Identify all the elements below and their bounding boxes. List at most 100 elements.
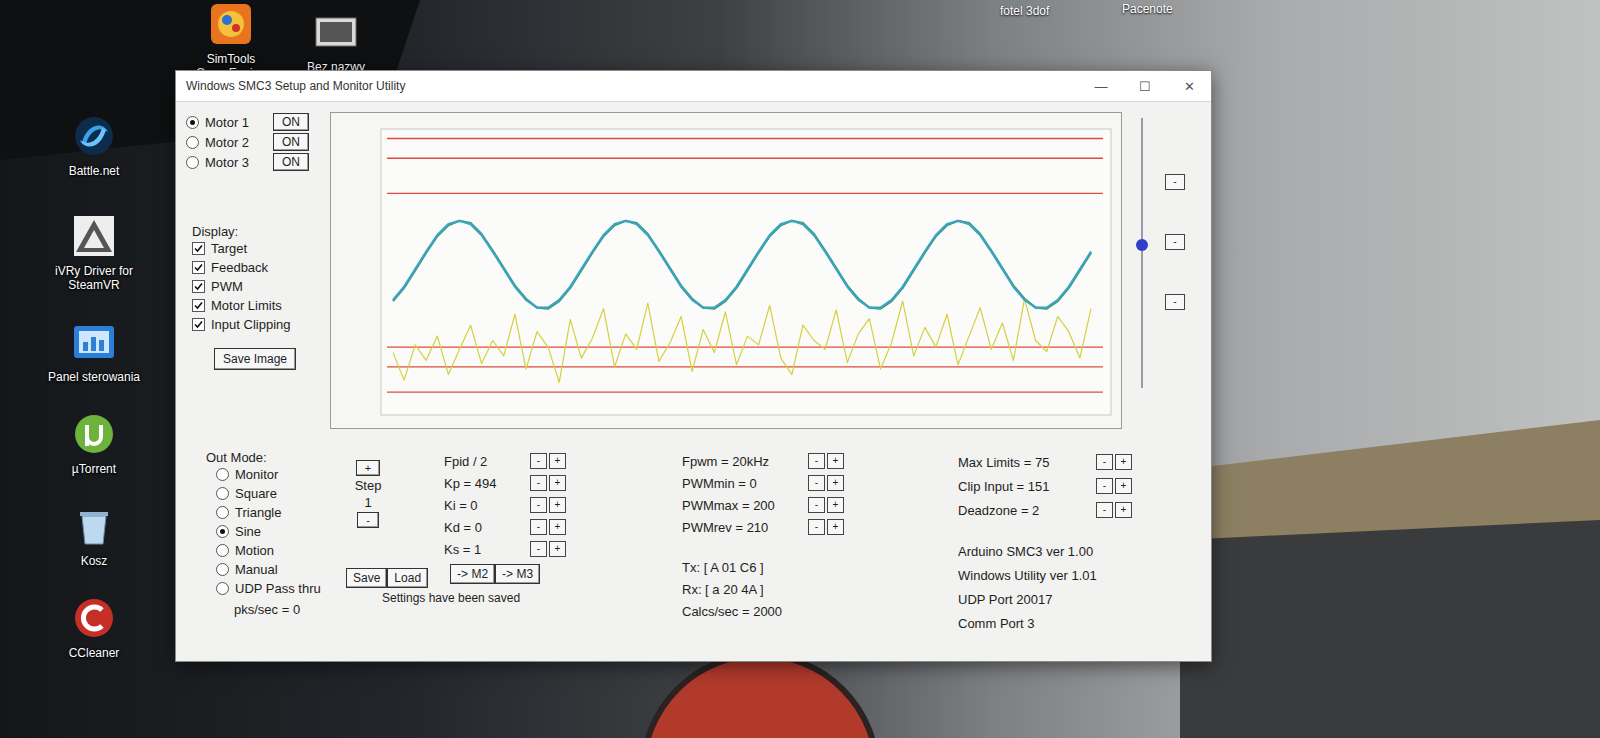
increase-button[interactable]: + (549, 541, 566, 557)
desktop-icon[interactable]: iVRy Driver for SteamVR (38, 212, 150, 293)
slider-knob[interactable] (1136, 239, 1148, 251)
checkbox[interactable] (192, 242, 205, 255)
side-button[interactable]: - (1165, 174, 1185, 190)
desktop-icon[interactable]: CCleaner (38, 594, 150, 660)
out-mode-option: Triangle (216, 503, 346, 522)
comm-readout: Rx: [ a 20 4A ] (682, 582, 912, 604)
decrease-button[interactable]: - (808, 497, 825, 513)
increase-button[interactable]: + (1115, 478, 1132, 494)
radio-button[interactable] (216, 487, 229, 500)
radio-button[interactable] (216, 544, 229, 557)
step-down-button[interactable]: - (357, 512, 379, 528)
motor-on-button[interactable]: ON (273, 153, 309, 171)
radio-button[interactable] (216, 582, 229, 595)
step-up-button[interactable]: + (356, 460, 380, 476)
file-button[interactable]: Save (346, 568, 387, 588)
limit-row: Clip Input = 151-+ (958, 474, 1188, 498)
desktop-icon[interactable]: Bez nazwy (280, 8, 392, 74)
save-image-button[interactable]: Save Image (214, 348, 296, 370)
option-label[interactable]: Sine (235, 524, 261, 539)
controlpanel-icon[interactable] (70, 318, 118, 366)
desktop-icon[interactable]: SimTools GameEngine (175, 0, 287, 81)
increase-button[interactable]: + (827, 453, 844, 469)
option-label[interactable]: Manual (235, 562, 278, 577)
radio-button[interactable] (216, 468, 229, 481)
decrease-button[interactable]: - (808, 453, 825, 469)
stepper: -+ (808, 453, 844, 469)
increase-button[interactable]: + (549, 475, 566, 491)
maximize-button[interactable]: ☐ (1123, 71, 1167, 101)
desktop-icon[interactable]: µTorrent (38, 410, 150, 476)
copy-button[interactable]: -> M2 (450, 564, 495, 584)
motor-label[interactable]: Motor 3 (205, 155, 267, 170)
decrease-button[interactable]: - (808, 475, 825, 491)
desktop-icon[interactable]: Panel sterowania (38, 318, 150, 384)
option-label[interactable]: PWM (211, 279, 243, 294)
radio-button[interactable] (216, 525, 229, 538)
step-label: Step (355, 478, 382, 493)
increase-button[interactable]: + (1115, 454, 1132, 470)
decrease-button[interactable]: - (808, 519, 825, 535)
file-button[interactable]: Load (387, 568, 428, 588)
option-label[interactable]: Feedback (211, 260, 268, 275)
decrease-button[interactable]: - (1096, 478, 1113, 494)
close-button[interactable]: ✕ (1167, 71, 1211, 101)
desktop-icon[interactable]: Kosz (38, 502, 150, 568)
checkbox[interactable] (192, 299, 205, 312)
checkbox[interactable] (192, 318, 205, 331)
desktop-icon[interactable]: Battle.net (38, 112, 150, 178)
image-icon[interactable] (312, 8, 360, 56)
side-button[interactable]: - (1165, 294, 1185, 310)
increase-button[interactable]: + (549, 453, 566, 469)
decrease-button[interactable]: - (530, 541, 547, 557)
ccleaner-icon[interactable] (70, 594, 118, 642)
minimize-button[interactable]: — (1079, 71, 1123, 101)
option-label[interactable]: Square (235, 486, 277, 501)
increase-button[interactable]: + (1115, 502, 1132, 518)
radio-button[interactable] (186, 156, 199, 169)
option-label[interactable]: Input Clipping (211, 317, 291, 332)
checkbox[interactable] (192, 261, 205, 274)
increase-button[interactable]: + (549, 497, 566, 513)
slider-track[interactable] (1141, 118, 1143, 388)
motor-on-button[interactable]: ON (273, 133, 309, 151)
option-label[interactable]: Monitor (235, 467, 278, 482)
option-label[interactable]: Triangle (235, 505, 281, 520)
decrease-button[interactable]: - (530, 497, 547, 513)
out-mode-label: Out Mode: (206, 450, 346, 465)
increase-button[interactable]: + (827, 519, 844, 535)
checkbox[interactable] (192, 280, 205, 293)
option-label[interactable]: Motor Limits (211, 298, 282, 313)
desktop-icon-label[interactable]: fotel 3dof (1000, 4, 1049, 18)
utorrent-icon[interactable] (70, 410, 118, 458)
option-label[interactable]: UDP Pass thru (235, 581, 321, 596)
motor-on-button[interactable]: ON (273, 113, 309, 131)
icon-label: CCleaner (67, 646, 122, 660)
option-label[interactable]: Motion (235, 543, 274, 558)
tick-icon (193, 319, 204, 330)
copy-button[interactable]: -> M3 (495, 564, 540, 584)
decrease-button[interactable]: - (1096, 502, 1113, 518)
radio-button[interactable] (186, 136, 199, 149)
option-label[interactable]: Target (211, 241, 247, 256)
decrease-button[interactable]: - (530, 453, 547, 469)
radio-button[interactable] (186, 116, 199, 129)
limit-label: Clip Input = 151 (958, 479, 1096, 494)
decrease-button[interactable]: - (530, 519, 547, 535)
side-button[interactable]: - (1165, 234, 1185, 250)
increase-button[interactable]: + (827, 497, 844, 513)
desktop-icon-label[interactable]: Pacenote (1122, 2, 1173, 16)
recyclebin-icon[interactable] (70, 502, 118, 550)
pid-label: Ki = 0 (444, 498, 530, 513)
radio-button[interactable] (216, 506, 229, 519)
decrease-button[interactable]: - (530, 475, 547, 491)
simtools-icon[interactable] (207, 0, 255, 48)
radio-button[interactable] (216, 563, 229, 576)
ivry-icon[interactable] (70, 212, 118, 260)
increase-button[interactable]: + (549, 519, 566, 535)
decrease-button[interactable]: - (1096, 454, 1113, 470)
motor-label[interactable]: Motor 1 (205, 115, 267, 130)
motor-label[interactable]: Motor 2 (205, 135, 267, 150)
battlenet-icon[interactable] (70, 112, 118, 160)
increase-button[interactable]: + (827, 475, 844, 491)
